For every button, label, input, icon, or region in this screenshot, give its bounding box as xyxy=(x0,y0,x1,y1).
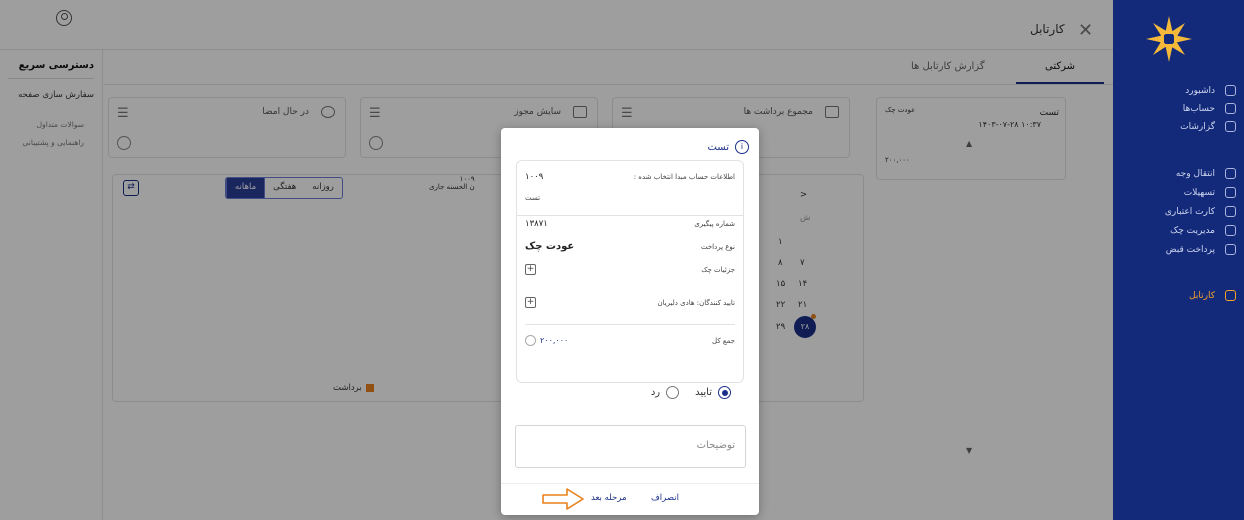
description-textarea[interactable]: توضیحات xyxy=(515,425,746,468)
description-placeholder: توضیحات xyxy=(696,440,735,451)
bank-logo-icon xyxy=(1146,16,1192,62)
payment-type-value: عودت چک xyxy=(525,241,575,252)
total-label: جمع کل xyxy=(712,336,735,345)
decision-radio-group: تایید رد xyxy=(651,386,731,399)
report-icon xyxy=(1225,121,1236,132)
account-name-row: تست xyxy=(525,194,735,202)
modal-title: تست xyxy=(707,141,729,153)
tracking-value: ۱۳۸۷۱ xyxy=(525,219,548,229)
rial-icon xyxy=(525,335,536,346)
sidebar-item-credit-card[interactable]: کارت اعتباری xyxy=(1165,206,1236,217)
payment-type-label: نوع پرداخت xyxy=(700,242,735,251)
sidebar-item-label: کارت اعتباری xyxy=(1164,206,1215,217)
bank-icon xyxy=(1225,103,1236,114)
radio-unchecked-icon[interactable] xyxy=(666,386,680,399)
account-label: اطلاعات حساب مبدا انتخاب شده : xyxy=(633,173,735,181)
divider xyxy=(517,215,743,216)
sidebar-item-dashboard[interactable]: داشبورد xyxy=(1185,85,1236,96)
cheque-icon xyxy=(1225,225,1236,236)
check-details-label: جزئیات چک xyxy=(701,265,735,274)
sidebar-item-label: انتقال وجه xyxy=(1175,168,1215,179)
divider xyxy=(525,324,735,325)
dashboard-icon xyxy=(1225,85,1236,96)
sidebar-item-label: تسهیلات xyxy=(1183,187,1215,198)
approval-modal: i تست اطلاعات حساب مبدا انتخاب شده : ۱۰۰… xyxy=(501,128,759,515)
expand-check-details-button[interactable]: + xyxy=(525,264,536,275)
transfer-icon xyxy=(1225,168,1236,179)
expand-approvers-button[interactable]: + xyxy=(525,297,536,308)
card-icon xyxy=(1225,206,1236,217)
info-icon: i xyxy=(735,140,749,154)
check-details-row: جزئیات چک + xyxy=(525,264,735,275)
sidebar-item-label: پرداخت قبض xyxy=(1165,244,1215,255)
radio-checked-icon[interactable] xyxy=(718,386,731,399)
modal-footer: انصراف مرحله بعد xyxy=(501,483,759,515)
cancel-button[interactable]: انصراف xyxy=(651,493,679,503)
account-number: ۱۰۰۹ xyxy=(525,172,544,182)
bill-icon xyxy=(1225,244,1236,255)
total-row: جمع کل ۲۰۰,۰۰۰ xyxy=(525,335,735,346)
approvers-row: تایید کنندگان: هادی دلیریان + xyxy=(525,297,735,308)
sidebar-item-cartable[interactable]: کارتابل xyxy=(1189,290,1236,301)
loan-icon xyxy=(1225,187,1236,198)
reject-radio[interactable]: رد xyxy=(650,386,680,399)
sidebar-item-cheque[interactable]: مدیریت چک xyxy=(1170,225,1236,236)
sidebar-item-label: حساب‌ها xyxy=(1182,103,1215,114)
modal-header: i تست xyxy=(707,140,749,154)
sidebar-item-transfer[interactable]: انتقال وجه xyxy=(1176,168,1236,179)
approvers-label: تایید کنندگان: هادی دلیریان xyxy=(657,298,735,307)
tracking-label: شماره پیگیری xyxy=(694,220,735,228)
arrow-right-icon xyxy=(542,488,584,510)
next-step-button[interactable]: مرحله بعد xyxy=(591,493,627,503)
total-value: ۲۰۰,۰۰۰ xyxy=(540,336,569,345)
sidebar-item-reports[interactable]: گزارشات xyxy=(1180,121,1236,132)
approve-radio[interactable]: تایید xyxy=(695,386,731,399)
cartable-icon xyxy=(1225,290,1236,301)
payment-type-row: نوع پرداخت عودت چک xyxy=(525,241,735,252)
tracking-row: شماره پیگیری ۱۳۸۷۱ xyxy=(525,219,735,229)
transaction-summary: اطلاعات حساب مبدا انتخاب شده : ۱۰۰۹ تست … xyxy=(516,160,744,383)
account-name: تست xyxy=(525,194,541,202)
sidebar-item-label: کارتابل xyxy=(1189,290,1215,301)
account-row: اطلاعات حساب مبدا انتخاب شده : ۱۰۰۹ xyxy=(525,172,735,182)
approve-label: تایید xyxy=(695,387,712,398)
sidebar-item-bills[interactable]: پرداخت قبض xyxy=(1166,244,1236,255)
sidebar-item-label: داشبورد xyxy=(1185,85,1215,96)
sidebar-item-label: مدیریت چک xyxy=(1170,225,1215,236)
reject-label: رد xyxy=(650,387,661,398)
sidebar-item-label: گزارشات xyxy=(1180,121,1215,132)
sidebar-item-accounts[interactable]: حساب‌ها xyxy=(1183,103,1236,114)
sidebar: داشبورد حساب‌ها گزارشات انتقال وجه تسهیل… xyxy=(1113,0,1244,520)
total-amount: ۲۰۰,۰۰۰ xyxy=(525,335,568,346)
sidebar-item-loans[interactable]: تسهیلات xyxy=(1184,187,1236,198)
